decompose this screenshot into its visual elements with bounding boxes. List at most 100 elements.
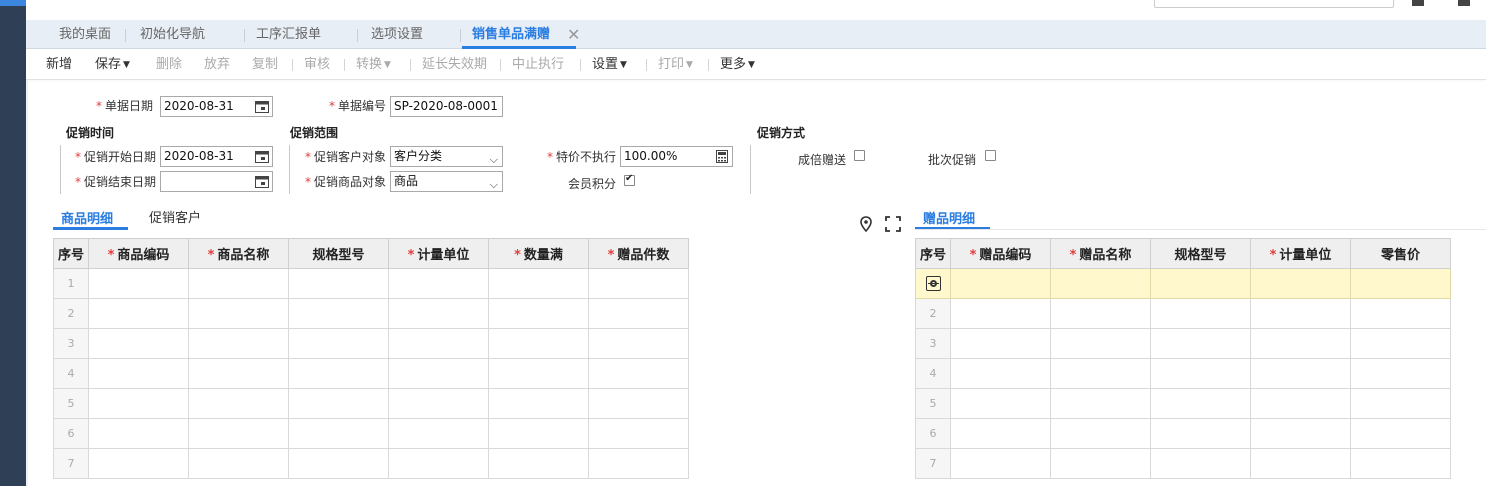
calendar-icon[interactable] — [255, 175, 269, 188]
cell[interactable] — [488, 268, 589, 299]
col-header-goods-code[interactable]: * 商品编码 — [88, 238, 189, 269]
table-row[interactable]: 6 — [915, 418, 1451, 449]
cell[interactable] — [1250, 388, 1351, 419]
col-header-unit[interactable]: * 计量单位 — [388, 238, 489, 269]
tab-goods-detail[interactable]: 商品明细 — [61, 208, 113, 227]
menu-icon[interactable] — [1458, 0, 1470, 6]
cell[interactable] — [88, 358, 189, 389]
user-icon[interactable] — [1412, 0, 1424, 6]
tab-promo-customers[interactable]: 促销客户 — [149, 207, 201, 226]
calendar-icon[interactable] — [255, 150, 269, 163]
cell[interactable] — [288, 358, 389, 389]
cell[interactable] — [1150, 388, 1251, 419]
cell[interactable] — [88, 448, 189, 479]
cell[interactable] — [288, 418, 389, 449]
save-button[interactable]: 保存 ▼ — [95, 49, 130, 80]
table-row[interactable]: 4 — [53, 358, 689, 389]
cell[interactable] — [1150, 328, 1251, 359]
cell[interactable] — [1250, 358, 1351, 389]
cell[interactable] — [488, 448, 589, 479]
cell[interactable] — [588, 268, 689, 299]
table-row[interactable]: 5 — [915, 388, 1451, 419]
extend-expiry-button[interactable]: 延长失效期 — [422, 49, 487, 80]
table-row[interactable]: 3 — [53, 328, 689, 359]
tab-desktop[interactable]: 我的桌面 — [59, 20, 111, 49]
col-header-gift-count[interactable]: * 赠品件数 — [588, 238, 689, 269]
special-price-field[interactable]: 100.00% — [620, 146, 733, 167]
cell[interactable] — [950, 328, 1051, 359]
cell[interactable] — [1350, 358, 1451, 389]
cell[interactable] — [288, 298, 389, 329]
more-button[interactable]: 更多 ▼ — [720, 49, 755, 80]
cell[interactable] — [388, 268, 489, 299]
convert-button[interactable]: 转换 ▼ — [356, 49, 391, 80]
cell[interactable] — [88, 328, 189, 359]
cell[interactable] — [1050, 448, 1151, 479]
cell[interactable] — [1250, 448, 1351, 479]
discard-button[interactable]: 放弃 — [204, 49, 230, 80]
settings-button[interactable]: 设置 ▼ — [592, 49, 627, 80]
multiple-gift-checkbox[interactable] — [854, 150, 865, 161]
tab-process-report[interactable]: 工序汇报单 — [256, 20, 321, 49]
tab-init-nav[interactable]: 初始化导航 — [140, 20, 205, 49]
col-header-retail-price[interactable]: 零售价 — [1350, 238, 1451, 269]
cell[interactable] — [188, 358, 289, 389]
cell[interactable] — [1250, 268, 1351, 299]
cell[interactable] — [488, 418, 589, 449]
table-row[interactable]: 4 — [915, 358, 1451, 389]
table-row[interactable]: 1 — [53, 268, 689, 299]
col-header-spec[interactable]: 规格型号 — [288, 238, 389, 269]
cell[interactable] — [1350, 388, 1451, 419]
cell[interactable] — [488, 358, 589, 389]
col-header-spec[interactable]: 规格型号 — [1150, 238, 1251, 269]
cell[interactable] — [588, 448, 689, 479]
table-row-selected[interactable] — [915, 268, 1451, 299]
cell[interactable] — [88, 388, 189, 419]
cell[interactable] — [1050, 418, 1151, 449]
tab-close-icon[interactable]: ✕ — [567, 20, 580, 49]
cell[interactable] — [1150, 418, 1251, 449]
col-header-qty-threshold[interactable]: * 数量满 — [488, 238, 589, 269]
cell[interactable] — [388, 388, 489, 419]
cell[interactable] — [88, 418, 189, 449]
cell[interactable] — [1150, 358, 1251, 389]
col-header-index[interactable]: 序号 — [53, 238, 89, 269]
cell[interactable] — [1350, 298, 1451, 329]
cell[interactable] — [588, 418, 689, 449]
cell[interactable] — [1150, 448, 1251, 479]
cell[interactable] — [88, 268, 189, 299]
audit-button[interactable]: 审核 — [304, 49, 330, 80]
cell[interactable] — [950, 298, 1051, 329]
cell[interactable] — [188, 388, 289, 419]
cell[interactable] — [88, 298, 189, 329]
cell[interactable] — [188, 298, 289, 329]
table-row[interactable]: 7 — [915, 448, 1451, 479]
new-button[interactable]: 新增 — [46, 49, 72, 80]
doc-no-field[interactable]: SP-2020-08-0001 — [390, 96, 503, 117]
goods-object-select[interactable]: 商品 ⌵ — [390, 171, 503, 192]
cell[interactable] — [1050, 358, 1151, 389]
cell[interactable] — [488, 328, 589, 359]
cell[interactable] — [588, 298, 689, 329]
cell[interactable] — [588, 388, 689, 419]
cell[interactable] — [588, 328, 689, 359]
cell[interactable] — [1150, 268, 1251, 299]
cell[interactable] — [388, 358, 489, 389]
copy-button[interactable]: 复制 — [252, 49, 278, 80]
col-header-gift-code[interactable]: * 赠品编码 — [950, 238, 1051, 269]
table-row[interactable]: 6 — [53, 418, 689, 449]
tab-gift-detail[interactable]: 赠品明细 — [923, 208, 975, 227]
cell[interactable] — [188, 328, 289, 359]
cell[interactable] — [1250, 328, 1351, 359]
cell[interactable] — [188, 418, 289, 449]
table-row[interactable]: 2 — [53, 298, 689, 329]
cell[interactable] — [950, 358, 1051, 389]
batch-promo-checkbox[interactable] — [985, 150, 996, 161]
cell[interactable] — [188, 448, 289, 479]
customer-object-select[interactable]: 客户分类 ⌵ — [390, 146, 503, 167]
cell[interactable] — [950, 268, 1051, 299]
col-header-index[interactable]: 序号 — [915, 238, 951, 269]
cell[interactable] — [1350, 448, 1451, 479]
row-settings-cell[interactable] — [915, 268, 951, 299]
global-search-box[interactable] — [1154, 0, 1394, 8]
